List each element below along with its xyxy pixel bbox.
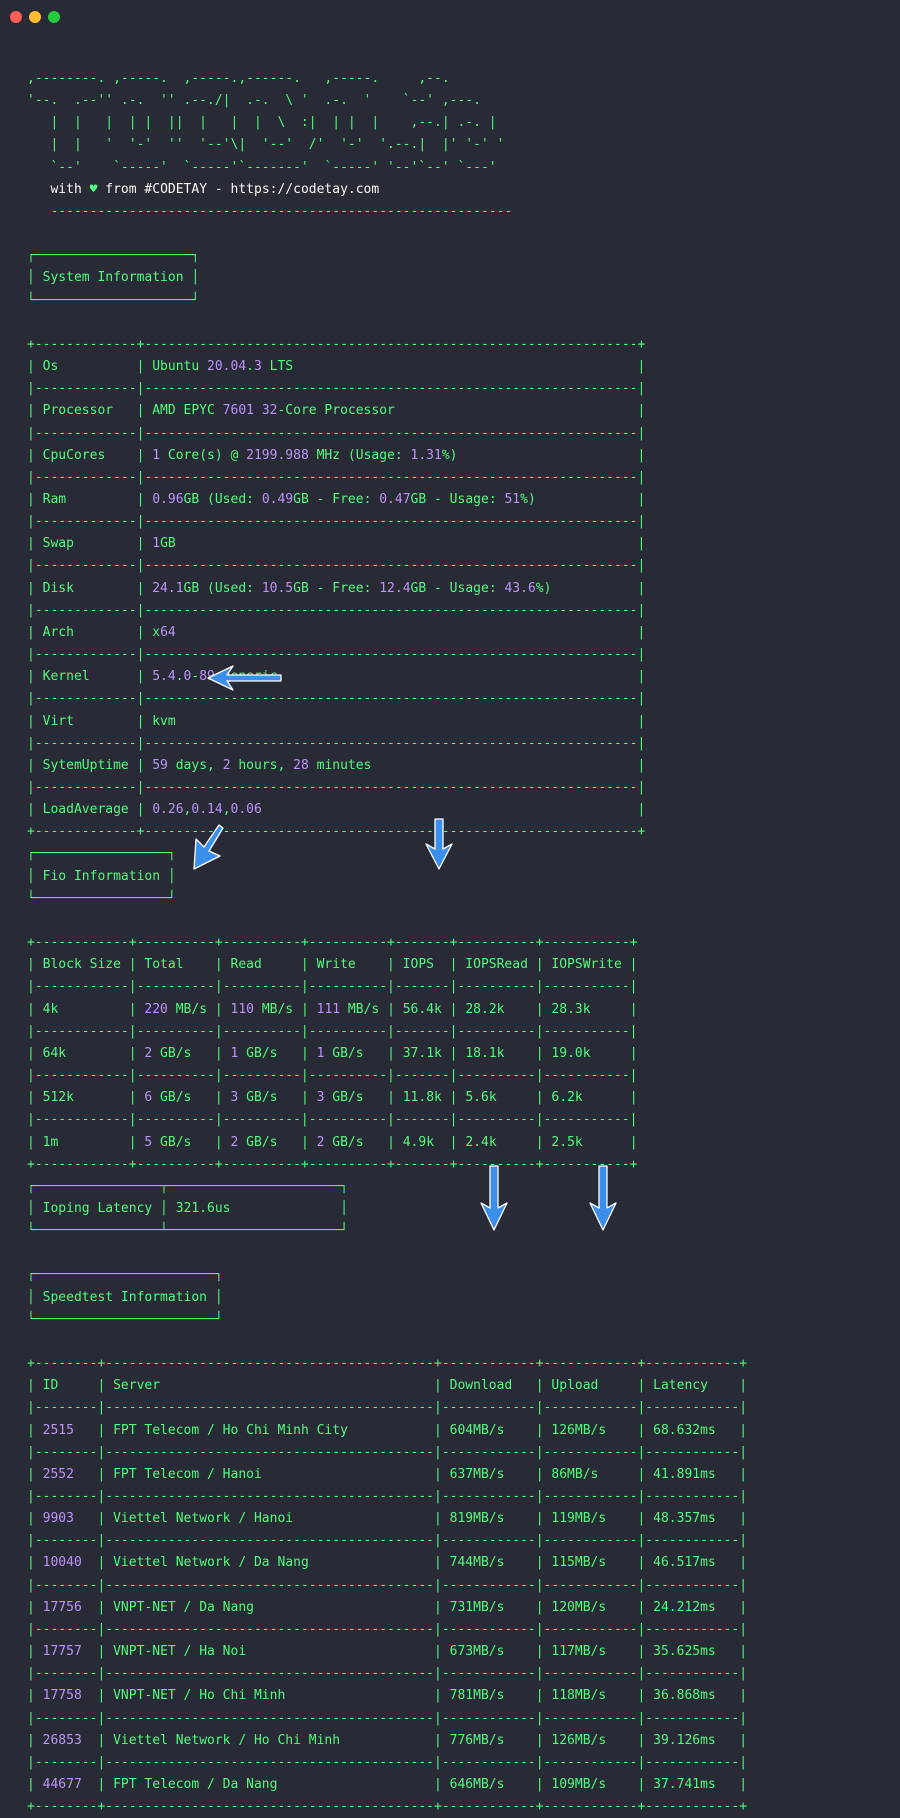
system-table-row: | Kernel | 5.4.0-89-generic | (27, 669, 646, 685)
banner-ascii-line: ,--------. ,-----. ,-----.,------. ,----… (27, 71, 450, 86)
system-table-divider: |-------------|-------------------------… (27, 735, 646, 751)
system-information-title-border: └────────────────────┘ (27, 292, 200, 308)
speedtest-table-border: +--------+------------------------------… (27, 1356, 748, 1372)
system-table-row: | Ram | 0.96GB (Used: 0.49GB - Free: 0.4… (27, 491, 646, 507)
ioping-border: ┌────────────────┬──────────────────────… (27, 1178, 348, 1194)
speedtest-table-divider: |--------|------------------------------… (27, 1400, 748, 1416)
speedtest-table-row: | 17756 | VNPT-NET / Da Nang | 731MB/s |… (27, 1599, 748, 1615)
arrow-left-icon (207, 665, 282, 691)
fio-table-row: | 64k | 2 GB/s | 1 GB/s | 1 GB/s | 37.1k… (27, 1045, 638, 1061)
fio-information-title-border: └─────────────────┘ (27, 890, 176, 906)
speedtest-table-border: +--------+------------------------------… (27, 1799, 748, 1815)
fio-table-border: +------------+----------+----------+----… (27, 1156, 638, 1172)
arrow-down-icon (480, 1165, 508, 1231)
speedtest-table-row: | 44677 | FPT Telecom / Da Nang | 646MB/… (27, 1777, 748, 1793)
system-table-row: | LoadAverage | 0.26,0.14,0.06 | (27, 802, 646, 818)
fio-table-header: | Block Size | Total | Read | Write | IO… (27, 957, 638, 973)
speedtest-table-row: | 17757 | VNPT-NET / Ha Noi | 673MB/s | … (27, 1644, 748, 1660)
terminal-output: ,--------. ,-----. ,-----.,------. ,----… (27, 68, 747, 1818)
system-information-title: │ System Information │ (27, 270, 200, 286)
speedtest-table-divider: |--------|------------------------------… (27, 1710, 748, 1726)
speedtest-table-divider: |--------|------------------------------… (27, 1666, 748, 1682)
speedtest-information-title-border: ┌───────────────────────┐ (27, 1267, 223, 1283)
system-table-row: | SytemUptime | 59 days, 2 hours, 28 min… (27, 757, 646, 773)
speedtest-table-row: | 2552 | FPT Telecom / Hanoi | 637MB/s |… (27, 1466, 748, 1482)
system-table-row: | Processor | AMD EPYC 7601 32-Core Proc… (27, 403, 646, 419)
heart-icon: ♥ (89, 181, 98, 197)
system-table-row: | Disk | 24.1GB (Used: 10.5GB - Free: 12… (27, 580, 646, 596)
fio-information-title: │ Fio Information │ (27, 868, 176, 884)
banner-ascii-line: `--' `-----' `-----'`-------' `-----' '-… (27, 159, 497, 175)
speedtest-table-divider: |--------|------------------------------… (27, 1489, 748, 1504)
speedtest-table-divider: |--------|------------------------------… (27, 1533, 748, 1549)
speedtest-table-header: | ID | Server | Download | Upload | Late… (27, 1378, 748, 1394)
banner-ascii-line: | | ' '-' '' '--'\| '--' /' '-' '.--.| |… (27, 137, 505, 153)
system-table-border: +-------------+-------------------------… (27, 824, 646, 840)
speedtest-table-row: | 2515 | FPT Telecom / Ho Chi Minh City … (27, 1422, 748, 1438)
speedtest-table-divider: |--------|------------------------------… (27, 1577, 748, 1593)
system-table-divider: |-------------|-------------------------… (27, 602, 646, 618)
system-table-row: | CpuCores | 1 Core(s) @ 2199.988 MHz (U… (27, 447, 646, 463)
ioping-latency: │ Ioping Latency │ 321.6us │ (27, 1200, 348, 1216)
speedtest-information-title: │ Speedtest Information │ (27, 1289, 223, 1305)
arrow-down-icon (589, 1165, 617, 1231)
fio-table-border: +------------+----------+----------+----… (27, 935, 638, 951)
speedtest-table-row: | 10040 | Viettel Network / Da Nang | 74… (27, 1555, 748, 1571)
system-table-row: | Arch | x64 | (27, 624, 646, 640)
fio-table-divider: |------------|----------|----------|----… (27, 1112, 638, 1128)
system-table-divider: |-------------|-------------------------… (27, 691, 646, 707)
system-table-divider: |-------------|-------------------------… (27, 514, 646, 530)
fio-table-divider: |------------|----------|----------|----… (27, 1068, 638, 1084)
system-table-border: +-------------+-------------------------… (27, 336, 646, 352)
banner-divider: ----------------------------------------… (27, 203, 513, 219)
fio-table-divider: |------------|----------|----------|----… (27, 1023, 638, 1039)
system-table-divider: |-------------|-------------------------… (27, 558, 646, 574)
system-table-row: | Virt | kvm | (27, 713, 646, 729)
fio-table-row: | 4k | 220 MB/s | 110 MB/s | 111 MB/s | … (27, 1001, 638, 1017)
system-table-divider: |-------------|-------------------------… (27, 381, 646, 397)
fio-table-row: | 512k | 6 GB/s | 3 GB/s | 3 GB/s | 11.8… (27, 1090, 638, 1106)
banner-ascii-line: | | | | | || | | | \ :| | | | ,--.| .-. … (27, 115, 497, 131)
arrow-down-icon (425, 818, 453, 870)
system-table-divider: |-------------|-------------------------… (27, 780, 646, 795)
speedtest-table-divider: |--------|------------------------------… (27, 1754, 748, 1770)
speedtest-information-title-border: └───────────────────────┘ (27, 1311, 223, 1327)
system-information-title-border: ┌────────────────────┐ (27, 248, 200, 264)
system-table-divider: |-------------|-------------------------… (27, 425, 646, 441)
system-table-row: | Swap | 1GB | (27, 536, 646, 552)
maximize-window-button[interactable] (48, 11, 60, 23)
speedtest-table-divider: |--------|------------------------------… (27, 1444, 748, 1460)
minimize-window-button[interactable] (29, 11, 41, 23)
window-controls (10, 11, 60, 23)
banner-ascii-line: '--. .--'' .-. '' .--./| .-. \ ' .-. ' `… (27, 93, 481, 109)
terminal-window: ,--------. ,-----. ,-----.,------. ,----… (0, 0, 900, 1814)
system-table-divider: |-------------|-------------------------… (27, 469, 646, 485)
fio-table-row: | 1m | 5 GB/s | 2 GB/s | 2 GB/s | 4.9k |… (27, 1134, 638, 1150)
speedtest-table-divider: |--------|------------------------------… (27, 1621, 748, 1637)
arrow-down-left-icon (193, 824, 224, 870)
system-table-divider: |-------------|-------------------------… (27, 647, 646, 663)
fio-information-title-border: ┌─────────────────┐ (27, 846, 176, 862)
fio-table-divider: |------------|----------|----------|----… (27, 979, 638, 995)
speedtest-table-row: | 17758 | VNPT-NET / Ho Chi Minh | 781MB… (27, 1688, 748, 1704)
speedtest-table-row: | 9903 | Viettel Network / Hanoi | 819MB… (27, 1511, 748, 1527)
close-window-button[interactable] (10, 11, 22, 23)
banner-credit: with ♥ from #CODETAY - https://codetay.c… (27, 181, 380, 197)
system-table-row: | Os | Ubuntu 20.04.3 LTS | (27, 359, 646, 375)
ioping-border: └────────────────┴──────────────────────… (27, 1223, 348, 1239)
speedtest-table-row: | 26853 | Viettel Network / Ho Chi Minh … (27, 1732, 748, 1748)
